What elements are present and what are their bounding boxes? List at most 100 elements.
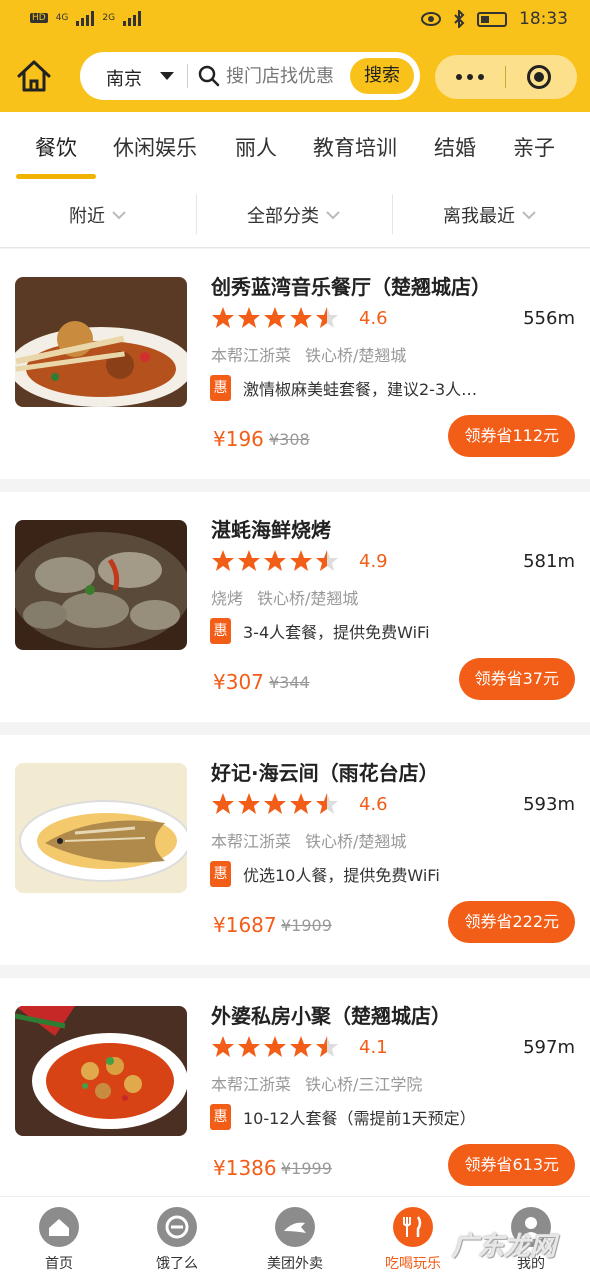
star-rating <box>211 306 339 330</box>
area-tag: 铁心桥/楚翘城 <box>305 346 407 365</box>
cuisine-tag: 本帮江浙菜 <box>211 832 292 851</box>
listing-card[interactable]: 创秀蓝湾音乐餐厅（楚翘城店） 4.6 556m 本帮江浙菜 铁心桥/楚翘城 惠 激… <box>0 249 590 479</box>
signal-icon-2 <box>123 10 142 26</box>
tab-beauty[interactable]: 丽人 <box>235 132 277 162</box>
star-icon <box>212 307 234 328</box>
star-rating <box>211 549 339 573</box>
restaurant-name[interactable]: 好记·海云间（雨花台店） <box>211 757 439 786</box>
search-input[interactable] <box>226 61 346 91</box>
status-time: 18:33 <box>519 9 568 29</box>
star-icon <box>264 793 286 814</box>
restaurant-name[interactable]: 湛蚝海鲜烧烤 <box>211 514 331 543</box>
nav-home[interactable]: 首页 <box>0 1207 118 1273</box>
listing-card[interactable]: 外婆私房小聚（楚翘城店） 4.1 597m 本帮江浙菜 铁心桥/三江学院 惠 10… <box>0 978 590 1196</box>
battery-icon <box>477 11 507 27</box>
nav-meituan-delivery[interactable]: 美团外卖 <box>236 1207 354 1273</box>
eye-icon <box>421 12 441 26</box>
half-star-icon <box>316 307 338 328</box>
chevron-down-icon <box>326 211 340 220</box>
chevron-down-icon <box>522 211 536 220</box>
food-photo-oysters <box>15 520 187 650</box>
listing-card[interactable]: 好记·海云间（雨花台店） 4.6 593m 本帮江浙菜 铁心桥/楚翘城 惠 优选1… <box>0 735 590 965</box>
original-price: ¥308 <box>269 430 310 449</box>
area-tag: 铁心桥/楚翘城 <box>305 832 407 851</box>
caret-down-icon[interactable] <box>160 72 174 80</box>
star-icon <box>290 793 312 814</box>
filter-category[interactable]: 全部分类 <box>196 182 392 248</box>
tags: 烧烤 铁心桥/楚翘城 <box>211 585 358 609</box>
filter-sort[interactable]: 离我最近 <box>392 182 588 248</box>
network-2g-label: 2G <box>102 13 116 23</box>
star-icon <box>212 1036 234 1057</box>
nav-label: 首页 <box>45 1256 73 1272</box>
star-icon <box>238 793 260 814</box>
cuisine-tag: 本帮江浙菜 <box>211 346 292 365</box>
network-4g-label: 4G <box>55 13 69 23</box>
divider <box>187 64 188 88</box>
claim-coupon-button[interactable]: 领券省222元 <box>448 901 575 943</box>
half-star-icon <box>316 1036 338 1057</box>
star-icon <box>238 550 260 571</box>
listing-card[interactable]: 湛蚝海鲜烧烤 4.9 581m 烧烤 铁心桥/楚翘城 惠 3-4人套餐，提供免费W… <box>0 492 590 722</box>
original-price: ¥1909 <box>281 916 332 935</box>
area-tag: 铁心桥/楚翘城 <box>257 589 359 608</box>
rating-score: 4.6 <box>359 308 388 329</box>
rating-score: 4.1 <box>359 1037 388 1058</box>
deal-price: ¥1386 <box>213 1156 277 1180</box>
original-price: ¥1999 <box>281 1159 332 1178</box>
deal-badge: 惠 <box>210 861 231 887</box>
star-icon <box>238 1036 260 1057</box>
home-icon[interactable] <box>14 56 54 96</box>
signal-icon <box>76 10 95 26</box>
half-star-icon <box>316 793 338 814</box>
tab-wedding[interactable]: 结婚 <box>434 132 476 162</box>
claim-coupon-button[interactable]: 领券省613元 <box>448 1144 575 1186</box>
search-button[interactable]: 搜索 <box>350 58 414 94</box>
star-rating <box>211 1035 339 1059</box>
deal-price: ¥1687 <box>213 913 277 937</box>
distance: 581m <box>523 551 575 572</box>
fork-knife-icon <box>393 1207 433 1247</box>
food-photo-chicken-dish <box>15 1006 187 1136</box>
star-icon <box>264 1036 286 1057</box>
restaurant-name[interactable]: 外婆私房小聚（楚翘城店） <box>211 1000 451 1029</box>
deal-description: 激情椒麻美蛙套餐，建议2-3人… <box>243 380 478 399</box>
star-icon <box>264 550 286 571</box>
original-price: ¥344 <box>269 673 310 692</box>
rating-score: 4.9 <box>359 551 388 572</box>
star-icon <box>264 307 286 328</box>
filter-label: 附近 <box>69 206 105 227</box>
tab-leisure[interactable]: 休闲娱乐 <box>113 132 197 162</box>
claim-coupon-button[interactable]: 领券省112元 <box>448 415 575 457</box>
watermark-text: 广东龙网 <box>452 1232 557 1262</box>
star-icon <box>290 550 312 571</box>
nav-label: 饿了么 <box>156 1256 198 1272</box>
city-selector[interactable]: 南京 <box>106 65 142 91</box>
home-icon <box>39 1207 79 1247</box>
claim-coupon-button[interactable]: 领券省37元 <box>458 658 575 700</box>
star-icon <box>290 1036 312 1057</box>
deal-badge: 惠 <box>210 1104 231 1130</box>
nav-eleme[interactable]: 饿了么 <box>118 1207 236 1273</box>
tab-kids[interactable]: 亲子 <box>513 132 555 162</box>
bluetooth-icon <box>454 10 465 28</box>
cuisine-tag: 本帮江浙菜 <box>211 1075 292 1094</box>
tab-dining[interactable]: 餐饮 <box>35 132 77 162</box>
close-target-icon[interactable] <box>527 65 551 89</box>
filter-nearby[interactable]: 附近 <box>0 182 196 248</box>
distance: 593m <box>523 794 575 815</box>
chevron-down-icon <box>112 211 126 220</box>
filter-bar: 附近 全部分类 离我最近 <box>0 182 590 248</box>
tab-education[interactable]: 教育培训 <box>313 132 397 162</box>
app-header: HD 4G 2G 18:33 南京 搜索 <box>0 0 590 112</box>
food-photo-fish <box>15 763 187 893</box>
restaurant-name[interactable]: 创秀蓝湾音乐餐厅（楚翘城店） <box>211 271 491 300</box>
cuisine-tag: 烧烤 <box>211 589 244 608</box>
nav-label: 美团外卖 <box>267 1256 323 1272</box>
search-icon <box>198 65 220 87</box>
more-icon[interactable] <box>435 55 505 99</box>
deal-price: ¥307 <box>213 670 264 694</box>
status-bar: HD 4G 2G 18:33 <box>0 0 590 40</box>
filter-label: 全部分类 <box>247 206 319 227</box>
star-icon <box>212 550 234 571</box>
